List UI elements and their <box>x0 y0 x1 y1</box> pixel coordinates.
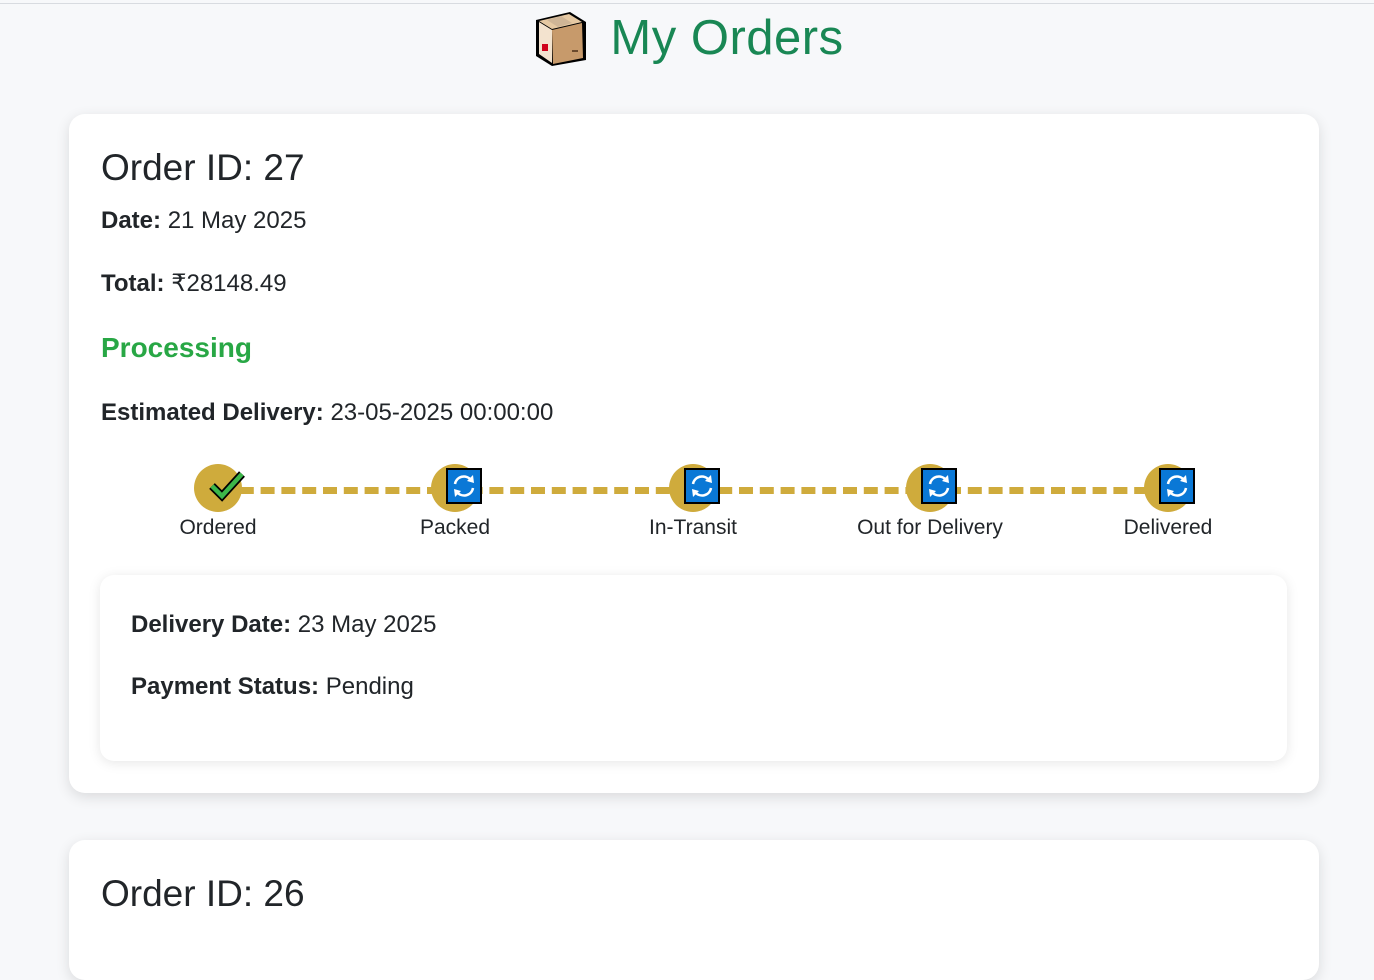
order-card: Order ID: 27 Date: 21 May 2025 Total: ₹2… <box>69 114 1319 793</box>
step-label: Out for Delivery <box>857 516 1003 539</box>
package-box-icon <box>536 12 587 66</box>
delivery-date-label: Delivery Date: <box>131 611 292 638</box>
refresh-icon <box>446 468 482 504</box>
step-label: Ordered <box>179 516 257 539</box>
step-dot <box>1144 464 1195 512</box>
step-delivered: Delivered <box>1078 464 1258 540</box>
order-id: Order ID: 27 <box>101 147 305 188</box>
order-status: Processing <box>101 332 252 363</box>
order-details-panel: Delivery Date: 23 May 2025 Payment Statu… <box>100 575 1287 761</box>
estimated-delivery-value: 23-05-2025 00:00:00 <box>330 399 554 426</box>
step-dot <box>194 464 245 512</box>
order-total: Total: ₹28148.49 <box>101 269 287 298</box>
payment-status: Payment Status: Pending <box>131 673 414 701</box>
order-id: Order ID: 26 <box>101 873 305 914</box>
refresh-icon <box>1159 468 1195 504</box>
step-out-for-delivery: Out for Delivery <box>840 464 1020 540</box>
step-dot <box>431 464 482 512</box>
estimated-delivery-label: Estimated Delivery: <box>101 399 324 426</box>
step-label: Delivered <box>1123 516 1213 539</box>
step-label: Packed <box>419 516 491 539</box>
order-date-label: Date: <box>101 207 162 234</box>
step-in-transit: In-Transit <box>603 464 783 540</box>
page-header: My Orders <box>0 8 1374 68</box>
step-dot <box>669 464 720 512</box>
step-ordered: Ordered <box>128 464 308 540</box>
top-border <box>0 0 1374 4</box>
order-progress-tracker: Ordered Packed In-Transit Out for Delive… <box>69 459 1319 549</box>
order-total-value: ₹28148.49 <box>171 270 287 297</box>
step-dot <box>906 464 957 512</box>
delivery-date: Delivery Date: 23 May 2025 <box>131 611 437 639</box>
order-date: Date: 21 May 2025 <box>101 207 306 235</box>
delivery-date-value: 23 May 2025 <box>297 611 437 638</box>
step-label: In-Transit <box>649 516 737 539</box>
order-date-value: 21 May 2025 <box>167 207 307 234</box>
refresh-icon <box>921 468 957 504</box>
payment-status-value: Pending <box>325 673 414 700</box>
checkmark-icon <box>209 471 245 502</box>
payment-status-label: Payment Status: <box>131 673 320 700</box>
order-total-label: Total: <box>101 270 165 297</box>
refresh-icon <box>684 468 720 504</box>
order-card: Order ID: 26 <box>69 840 1319 980</box>
step-packed: Packed <box>365 464 545 540</box>
estimated-delivery: Estimated Delivery: 23-05-2025 00:00:00 <box>101 399 553 427</box>
page-title: My Orders <box>610 11 844 65</box>
